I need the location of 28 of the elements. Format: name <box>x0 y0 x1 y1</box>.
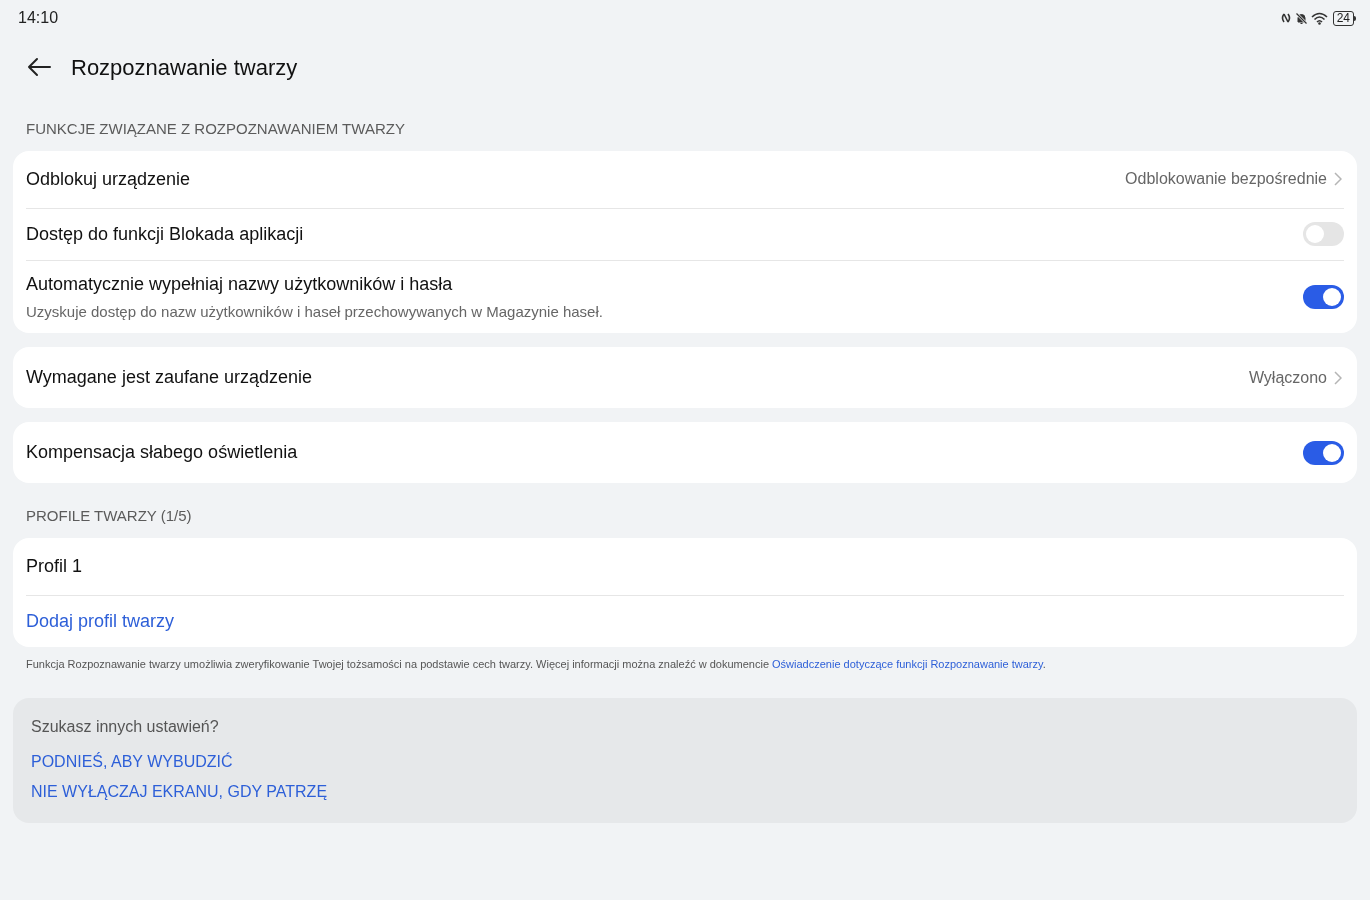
add-profile-link[interactable]: Dodaj profil twarzy <box>26 607 175 635</box>
wifi-icon <box>1310 11 1328 25</box>
section-heading: PROFILE TWARZY (1/5) <box>25 506 193 526</box>
bell-muted-icon <box>1294 11 1308 25</box>
suggestion-link[interactable]: NIE WYŁĄCZAJ EKRANU, GDY PATRZĘ <box>31 777 328 807</box>
status-time: 14:10 <box>18 8 59 28</box>
chevron-icon <box>1334 370 1342 385</box>
nfc-icon <box>1279 12 1292 24</box>
setting-value-link[interactable]: Odblokowanie bezpośrednie <box>1125 167 1344 191</box>
section-heading: FUNKCJE ZWIĄZANE Z ROZPOZNAWANIEM TWARZY <box>25 119 406 139</box>
page-title: Rozpoznawanie twarzy <box>71 53 298 82</box>
setting-title: Dostęp do funkcji Blokada aplikacji <box>26 222 304 246</box>
battery-level: 24 <box>1332 10 1354 26</box>
setting-title: Kompensacja słabego oświetlenia <box>26 441 298 464</box>
footnote-text: Funkcja Rozpoznawanie twarzy umożliwia zweryfikowanie Twojej tożsamości na podstawie cech twarzy. Więcej informacji można znaleźć w dokumencie Oświadczenie dotyczące funkcji Rozpoznawanie twarzy. <box>25 656 1047 672</box>
setting-description: Uzyskuje dostęp do nazw użytkowników i haseł przechowywanych w Magazynie haseł. <box>26 301 603 322</box>
toggle-switch[interactable] <box>1303 440 1344 465</box>
suggestions-heading: Szukasz innych ustawień? <box>31 717 219 737</box>
chevron-icon <box>1334 172 1342 186</box>
setting-title: Automatycznie wypełniaj nazwy użytkowników i hasła <box>26 272 454 296</box>
toggle-switch[interactable] <box>1303 222 1344 246</box>
toggle-switch[interactable] <box>1303 284 1344 309</box>
setting-value-link[interactable]: Wyłączono <box>1248 365 1344 390</box>
setting-title: Profil 1 <box>26 554 83 578</box>
setting-title: Wymagane jest zaufane urządzenie <box>26 366 312 389</box>
suggestion-link[interactable]: PODNIEŚ, ABY WYBUDZIĆ <box>31 747 233 777</box>
setting-title: Odblokuj urządzenie <box>26 167 191 191</box>
statement-link[interactable]: Oświadczenie dotyczące funkcji Rozpoznawanie twarzy <box>772 657 1043 670</box>
